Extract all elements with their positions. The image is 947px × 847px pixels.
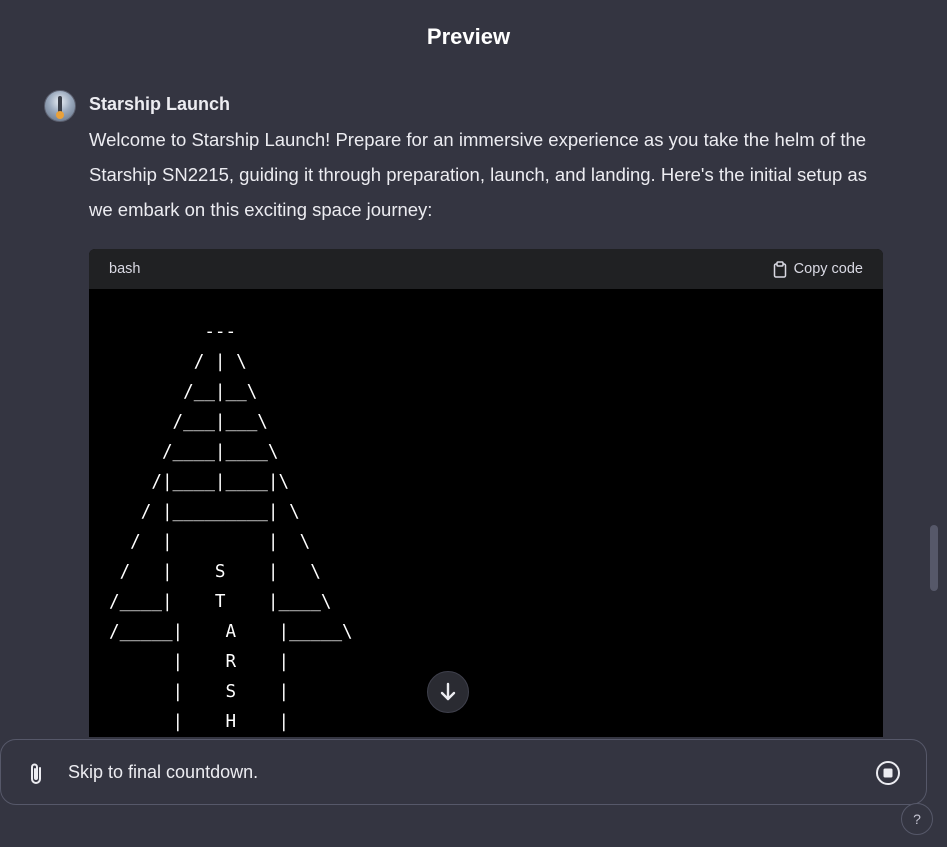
copy-code-label: Copy code [793, 261, 863, 277]
flame-shape [56, 111, 64, 119]
scroll-to-bottom-button[interactable] [427, 671, 469, 713]
message-input[interactable]: Skip to final countdown. [68, 762, 258, 783]
scrollbar-thumb[interactable] [930, 525, 938, 591]
code-header: bash Copy code [89, 249, 883, 289]
stop-generating-button[interactable] [875, 760, 901, 791]
copy-code-button[interactable]: Copy code [772, 260, 863, 278]
rocket-shape [58, 96, 62, 112]
help-button[interactable]: ? [901, 803, 933, 835]
stop-icon [876, 761, 900, 785]
page-title: Preview [426, 24, 511, 49]
code-content: --- / | \ /__|__\ /___|___\ /____|____\ … [109, 322, 353, 732]
code-block: bash Copy code --- / | \ /__|__\ /___|__… [89, 249, 883, 737]
arrow-down-icon [440, 682, 456, 701]
rocket-launch-avatar [44, 90, 76, 122]
message-composer: Skip to final countdown. [0, 739, 927, 805]
chat-preview-page: Preview Starship Launch Welcome to Stars… [0, 0, 947, 847]
message-text: Welcome to Starship Launch! Prepare for … [89, 129, 867, 220]
sender-name: Starship Launch [89, 94, 231, 114]
paperclip-icon[interactable] [25, 761, 47, 792]
clipboard-icon [773, 260, 786, 278]
code-language-label: bash [109, 261, 141, 277]
